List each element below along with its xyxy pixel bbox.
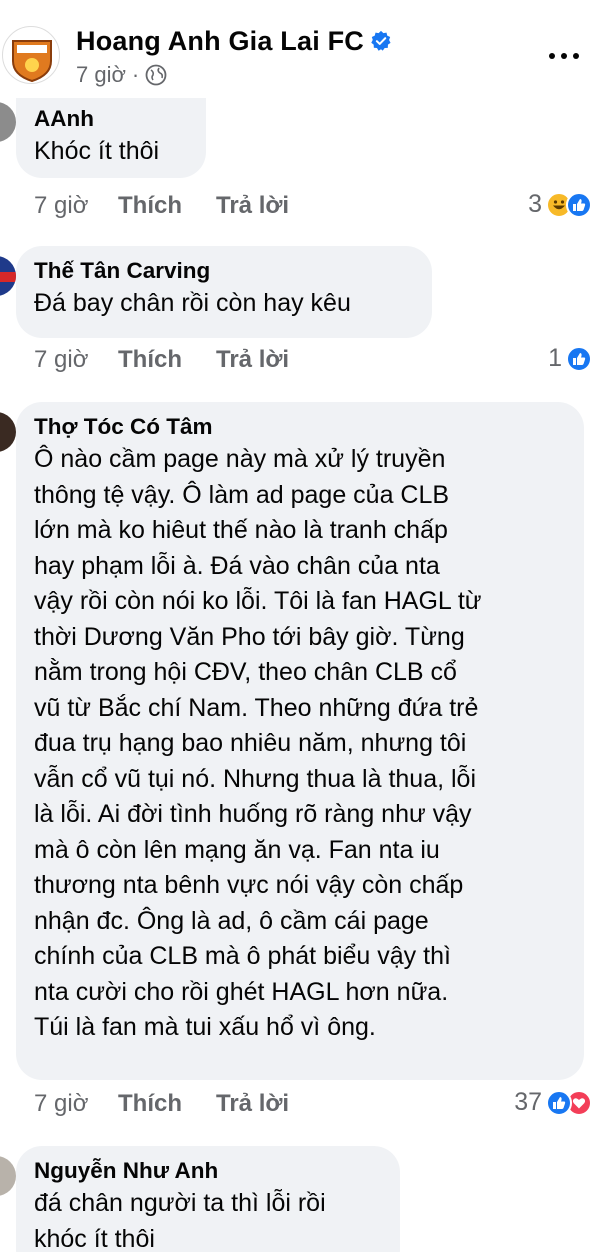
comment-author[interactable]: AAnh: [34, 104, 186, 134]
comment-bubble: Thế Tân Carving Đá bay chân rồi còn hay …: [16, 246, 432, 338]
post-meta: 7 giờ ·: [76, 62, 167, 88]
comment-line: nta cười cho rồi ghét HAGL hơn nữa.: [34, 977, 449, 1006]
comment-time[interactable]: 7 giờ: [34, 192, 118, 220]
reaction-summary[interactable]: 3: [528, 190, 592, 219]
comment-author[interactable]: Thợ Tóc Có Tâm: [34, 412, 564, 442]
comment-bubble: AAnh Khóc ít thôi: [16, 98, 206, 178]
reaction-summary[interactable]: 37: [514, 1088, 592, 1117]
comment-line: nhận đc. Ông là ad, ô cầm cái page: [34, 906, 429, 935]
comment-actions: 7 giờ Thích Trả lời: [34, 192, 289, 220]
comment-line: Ô nào cầm page này mà xử lý truyền: [34, 445, 446, 473]
like-reaction-icon: [546, 1089, 572, 1116]
like-button[interactable]: Thích: [118, 346, 216, 374]
reply-button[interactable]: Trả lời: [216, 192, 289, 220]
comment-line: chính của CLB mà ô phát biểu vậy thì: [34, 942, 451, 970]
comment-line: Túi là fan mà tui xấu hổ vì ông.: [34, 1013, 376, 1041]
post-header: Hoang Anh Gia Lai FC 7 giờ ·: [0, 0, 600, 100]
reply-button[interactable]: Trả lời: [216, 1090, 289, 1118]
comment-line: mà ô còn lên mạng ăn vạ. Fan nta iu: [34, 835, 440, 864]
page-name[interactable]: Hoang Anh Gia Lai FC: [76, 26, 392, 57]
like-reaction-icon: [566, 191, 592, 218]
more-options-button[interactable]: [546, 46, 582, 66]
reply-button[interactable]: Trả lời: [216, 346, 289, 374]
comment-actions: 7 giờ Thích Trả lời: [34, 1090, 289, 1118]
comment-line: vũ từ Bắc chí Nam. Theo những đứa trẻ: [34, 693, 479, 722]
comment-line: hay phạm lỗi à. Đá vào chân của nta: [34, 551, 440, 580]
comment-bubble: Nguyễn Như Anh đá chân người ta thì lỗi …: [16, 1146, 400, 1252]
comment-author[interactable]: Nguyễn Như Anh: [34, 1156, 380, 1186]
comment-line: vậy rồi còn nói ko lỗi. Tôi là fan HAGL …: [34, 587, 482, 615]
commenter-avatar[interactable]: [0, 256, 16, 296]
comment-text: Khóc ít thôi: [34, 137, 160, 165]
reaction-count: 1: [548, 344, 562, 372]
comment-text: Đá bay chân rồi còn hay kêu: [34, 289, 351, 317]
like-reaction-icon: [566, 345, 592, 372]
club-logo-icon: [12, 40, 52, 83]
comment-author[interactable]: Thế Tân Carving: [34, 256, 412, 286]
comment-time[interactable]: 7 giờ: [34, 1090, 118, 1118]
commenter-avatar[interactable]: [0, 412, 16, 452]
meta-separator: ·: [131, 62, 140, 87]
commenter-avatar[interactable]: [0, 1156, 16, 1196]
comment-line: nằm trong hội CĐV, theo chân CLB cổ: [34, 658, 457, 686]
comment-line: thông tệ vậy. Ô làm ad page của CLB: [34, 480, 450, 509]
comment-bubble: Thợ Tóc Có Tâm Ô nào cầm page này mà xử …: [16, 402, 584, 1080]
comment-line: thời Dương Văn Pho tới bây giờ. Từng: [34, 622, 465, 651]
like-button[interactable]: Thích: [118, 1090, 216, 1118]
comment-actions: 7 giờ Thích Trả lời: [34, 346, 289, 374]
comment-time[interactable]: 7 giờ: [34, 346, 118, 374]
verified-badge-icon: [371, 30, 391, 51]
post-time[interactable]: 7 giờ: [76, 62, 126, 88]
page-avatar[interactable]: [2, 26, 60, 84]
commenter-avatar[interactable]: [0, 102, 16, 142]
comment-line: khóc ít thôi: [34, 1224, 155, 1252]
comment-line: đua trụ hạng bao nhiêu năm, nhưng tôi: [34, 729, 467, 757]
page-name-text[interactable]: Hoang Anh Gia Lai FC: [76, 26, 364, 56]
comment-line: đá chân người ta thì lỗi rồi: [34, 1189, 326, 1217]
comment-line: thương nta bênh vực nói vậy còn chấp: [34, 871, 464, 899]
reaction-summary[interactable]: 1: [548, 344, 592, 373]
like-button[interactable]: Thích: [118, 192, 216, 220]
comment-text: đá chân người ta thì lỗi rồi khóc ít thô…: [34, 1186, 380, 1252]
comment-text: Ô nào cầm page này mà xử lý truyền thông…: [34, 442, 564, 1046]
comment-line: lớn mà ko hiêut thế nào là tranh chấp: [34, 516, 448, 544]
reaction-count: 3: [528, 190, 542, 218]
reaction-count: 37: [514, 1088, 542, 1116]
globe-icon: [145, 64, 167, 86]
comment-line: là lỗi. Ai đời tình huống rõ ràng như vậ…: [34, 800, 472, 828]
comment-line: vẫn cổ vũ tụi nó. Nhưng thua là thua, lỗ…: [34, 764, 477, 793]
